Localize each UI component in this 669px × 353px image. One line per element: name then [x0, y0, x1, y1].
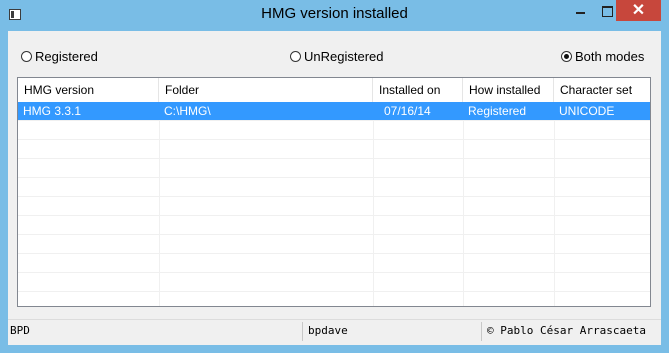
status-left-text: BPD: [10, 324, 30, 337]
table-row-empty[interactable]: [18, 140, 650, 159]
cell-how-installed: Registered: [468, 104, 527, 118]
cell-folder: C:\HMG\: [164, 104, 211, 118]
radio-registered[interactable]: Registered: [21, 48, 98, 64]
radio-checked-icon[interactable]: [561, 50, 572, 62]
grid-header: HMG version Folder Installed on How inst…: [18, 78, 650, 102]
column-header-installed-on[interactable]: Installed on: [373, 78, 463, 102]
radio-unregistered-label: UnRegistered: [304, 48, 384, 64]
radio-circle-icon[interactable]: [21, 50, 32, 62]
title-bar[interactable]: HMG version installed ✕: [0, 0, 669, 31]
table-row-empty[interactable]: [18, 235, 650, 254]
radio-unregistered[interactable]: UnRegistered: [290, 48, 384, 64]
column-header-how-installed[interactable]: How installed: [463, 78, 554, 102]
column-header-hmg-version[interactable]: HMG version: [18, 78, 159, 102]
radio-circle-icon[interactable]: [290, 50, 301, 62]
minimize-button[interactable]: [568, 1, 594, 21]
cell-hmg-version: HMG 3.3.1: [23, 104, 82, 118]
status-divider: [302, 322, 303, 341]
app-window: HMG version installed ✕ Registered UnReg…: [0, 0, 669, 353]
status-bar: BPD bpdave © Pablo César Arrascaeta: [8, 319, 661, 345]
table-row-empty[interactable]: [18, 254, 650, 273]
radio-both-modes-label: Both modes: [575, 48, 645, 64]
cell-installed-on: 07/16/14: [384, 104, 431, 118]
table-row-empty[interactable]: [18, 178, 650, 197]
table-row-empty[interactable]: [18, 159, 650, 178]
status-copyright-text: © Pablo César Arrascaeta: [487, 324, 646, 337]
table-row-selected[interactable]: HMG 3.3.1 C:\HMG\ 07/16/14 Registered UN…: [18, 102, 650, 121]
table-row-empty[interactable]: [18, 121, 650, 140]
status-middle-text: bpdave: [308, 324, 348, 337]
column-header-folder[interactable]: Folder: [159, 78, 373, 102]
client-area: Registered UnRegistered Both modes HMG v…: [8, 31, 661, 345]
table-row-empty[interactable]: [18, 273, 650, 292]
radio-both-modes[interactable]: Both modes: [561, 48, 644, 64]
radio-registered-label: Registered: [35, 48, 98, 64]
status-divider: [481, 322, 482, 341]
column-header-character-set[interactable]: Character set: [554, 78, 650, 102]
close-button[interactable]: ✕: [616, 0, 661, 21]
cell-character-set: UNICODE: [559, 104, 615, 118]
versions-grid[interactable]: HMG version Folder Installed on How inst…: [17, 77, 651, 307]
table-row-empty[interactable]: [18, 197, 650, 216]
table-row-empty[interactable]: [18, 216, 650, 235]
